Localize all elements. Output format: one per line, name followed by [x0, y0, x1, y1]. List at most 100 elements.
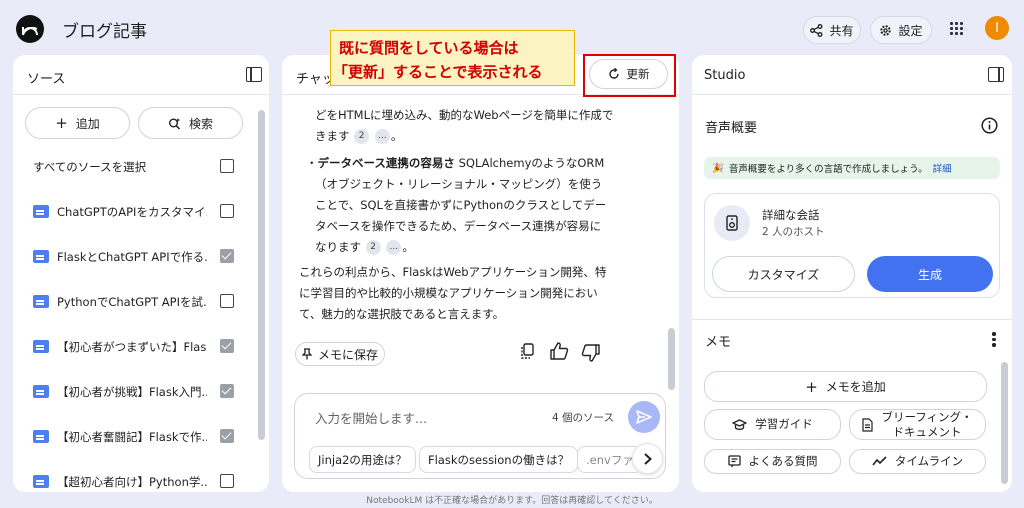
- chat-scrollbar[interactable]: [668, 328, 675, 390]
- timeline-label: タイムライン: [894, 454, 964, 468]
- source-checkbox[interactable]: [220, 204, 234, 218]
- collapse-panel-icon[interactable]: [988, 67, 1004, 82]
- sources-title: ソース: [27, 72, 66, 87]
- source-item[interactable]: PythonでChatGPT APIを試...: [13, 280, 255, 325]
- graduation-cap-icon: [732, 418, 747, 430]
- select-all-row[interactable]: すべてのソースを選択: [13, 145, 255, 190]
- notebook-title[interactable]: ブログ記事: [62, 17, 147, 42]
- source-item[interactable]: FlaskとChatGPT APIで作る...: [13, 235, 255, 280]
- faq-button[interactable]: よくある質問: [704, 449, 841, 474]
- document-icon: [33, 340, 49, 353]
- audio-card-title: 詳細な会話: [762, 208, 820, 222]
- more-options-icon[interactable]: [992, 331, 996, 347]
- citation-chip[interactable]: 2: [365, 240, 381, 255]
- settings-button[interactable]: 設定: [870, 16, 932, 44]
- suggestion-chip[interactable]: Flaskのsessionの働きは？: [419, 446, 579, 473]
- studio-title: Studio: [704, 68, 746, 83]
- source-checkbox[interactable]: [220, 384, 234, 398]
- document-icon: [33, 295, 49, 308]
- add-source-label: 追加: [75, 116, 100, 131]
- collapse-panel-icon[interactable]: [246, 67, 262, 82]
- scroll-suggestions-button[interactable]: [632, 443, 663, 474]
- audio-language-banner: 🎉 音声概要をより多くの言語で作成しましょう。 詳細: [704, 157, 1000, 179]
- select-all-label: すべてのソースを選択: [33, 160, 147, 174]
- apps-grid-icon[interactable]: [950, 22, 964, 36]
- share-button[interactable]: 共有: [803, 16, 861, 44]
- timeline-button[interactable]: タイムライン: [849, 449, 986, 474]
- document-icon: [33, 250, 49, 263]
- source-checkbox[interactable]: [220, 249, 234, 263]
- document-icon: [33, 385, 49, 398]
- response-text: きます: [315, 129, 350, 143]
- source-count: 4 個のソース: [552, 412, 614, 424]
- citation-more-chip[interactable]: ...: [386, 240, 402, 255]
- plus-icon: +: [55, 114, 68, 132]
- source-item[interactable]: 【初心者がつまずいた】Flas...: [13, 325, 255, 370]
- notebooklm-logo-icon[interactable]: [16, 15, 44, 43]
- info-icon[interactable]: [981, 117, 998, 134]
- add-note-button[interactable]: + メモを追加: [704, 371, 987, 402]
- citation-chip[interactable]: 2: [354, 129, 370, 144]
- tutorial-callout: 既に質問をしている場合は 「更新」することで表示される: [330, 30, 575, 86]
- footer-disclaimer: NotebookLM は不正確な場合があります。回答は再確認してください。: [366, 496, 658, 506]
- source-checkbox[interactable]: [220, 429, 234, 443]
- sources-panel: ソース + 追加 検索 すべてのソースを選択 ChatGPTのAPIをカスタマイ…: [13, 55, 269, 492]
- briefing-doc-button[interactable]: ブリーフィング・ ドキュメント: [849, 409, 986, 440]
- customize-button[interactable]: カスタマイズ: [712, 256, 855, 292]
- studio-panel-header: Studio: [692, 55, 1012, 95]
- audio-overview-card: 詳細な会話 2 人のホスト カスタマイズ 生成: [704, 193, 1000, 298]
- source-item[interactable]: ChatGPTのAPIをカスタマイ...: [13, 190, 255, 235]
- generate-button[interactable]: 生成: [867, 256, 993, 292]
- source-checkbox[interactable]: [220, 339, 234, 353]
- response-bullet: ・データベース連携の容易さ SQLAlchemyのようなORM: [306, 153, 604, 174]
- studio-scrollbar[interactable]: [1001, 362, 1008, 484]
- discover-sources-button[interactable]: 検索: [138, 107, 243, 139]
- citation-more-chip[interactable]: ...: [374, 129, 390, 144]
- source-item[interactable]: 【初心者が挑戦】Flask入門...: [13, 370, 255, 415]
- response-line: タベースを操作できるため、データベース連携が容易に: [315, 219, 602, 233]
- source-checkbox[interactable]: [220, 294, 234, 308]
- source-item-label: PythonでChatGPT APIを試...: [57, 295, 207, 309]
- add-source-button[interactable]: + 追加: [25, 107, 130, 139]
- bullet-heading: データベース連携の容易さ: [317, 156, 455, 170]
- response-line: （オブジェクト・リレーショナル・マッピング）を使う: [315, 177, 603, 191]
- briefing-line: ブリーフィング・: [881, 409, 973, 424]
- thumbs-down-icon[interactable]: [581, 344, 600, 362]
- generate-label: 生成: [917, 267, 942, 282]
- send-button[interactable]: [628, 401, 660, 433]
- response-line: きます 2 ...。: [315, 126, 402, 147]
- refresh-label: 更新: [626, 67, 650, 81]
- source-item[interactable]: 【超初心者向け】Python学...: [13, 460, 255, 492]
- plus-icon: +: [805, 377, 818, 396]
- sources-panel-header: ソース: [13, 55, 269, 95]
- thumbs-up-icon[interactable]: [550, 342, 569, 360]
- suggestion-chip[interactable]: Jinja2の用途は？: [309, 446, 416, 473]
- study-guide-button[interactable]: 学習ガイド: [704, 409, 841, 440]
- select-all-checkbox[interactable]: [220, 159, 234, 173]
- document-icon: [33, 430, 49, 443]
- audio-overview-title: 音声概要: [705, 121, 758, 136]
- banner-link[interactable]: 詳細: [933, 161, 952, 175]
- suggestion-chip[interactable]: .envファ: [577, 446, 637, 473]
- refresh-button[interactable]: 更新: [589, 59, 668, 89]
- chevron-right-icon: [644, 453, 652, 465]
- user-avatar[interactable]: I: [985, 16, 1009, 40]
- source-item-label: 【初心者が挑戦】Flask入門...: [57, 385, 207, 399]
- notes-title: メモ: [705, 335, 732, 350]
- source-item-label: ChatGPTのAPIをカスタマイ...: [57, 205, 207, 219]
- response-period: 。: [390, 129, 403, 143]
- response-period: 。: [402, 240, 414, 254]
- sources-scrollbar[interactable]: [258, 110, 265, 440]
- document-icon: [862, 417, 874, 432]
- speaker-icon-wrap: [714, 205, 750, 241]
- add-note-label: メモを追加: [825, 380, 886, 394]
- copy-icon[interactable]: [520, 343, 536, 360]
- study-guide-label: 学習ガイド: [755, 417, 813, 431]
- source-item[interactable]: 【初心者奮闘記】Flaskで作...: [13, 415, 255, 460]
- source-checkbox[interactable]: [220, 474, 234, 488]
- save-to-note-button[interactable]: メモに保存: [295, 342, 385, 366]
- customize-label: カスタマイズ: [747, 267, 820, 282]
- chat-input[interactable]: 入力を開始します...: [315, 408, 427, 427]
- bullet-text: SQLAlchemyのようなORM: [454, 156, 605, 170]
- timeline-icon: [872, 456, 887, 466]
